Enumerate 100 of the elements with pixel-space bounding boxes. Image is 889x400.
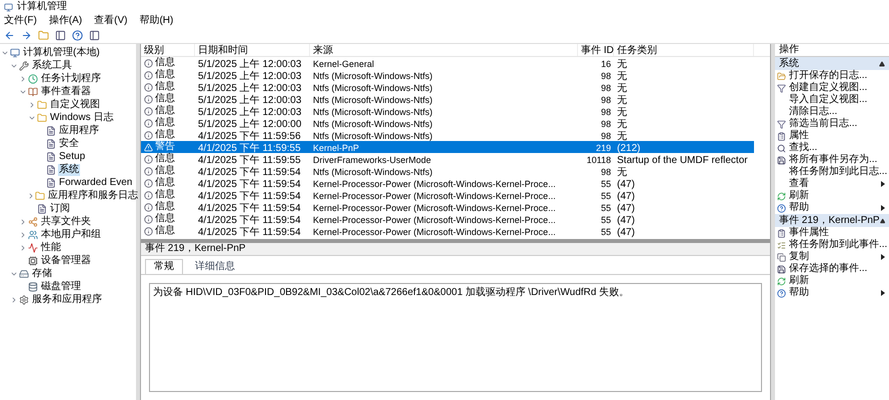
tree-item[interactable]: 系统工具 [31, 60, 73, 72]
action-item[interactable]: 将任务附加到此事件... [789, 239, 888, 251]
tree-item[interactable]: 服务和应用程序 [31, 294, 103, 306]
tab[interactable]: 常规 [145, 259, 183, 274]
action-item[interactable]: 将任务附加到此日志... [789, 166, 888, 178]
panel-icon[interactable] [89, 30, 100, 41]
table-row[interactable]: 信息 5/1/2025 上午 12:00:00 Ntfs (Microsoft-Windows-Ntfs) 98 无 [141, 117, 754, 129]
menu-item[interactable]: 文件(F) [4, 15, 37, 27]
table-cell-text: 信息 [155, 105, 175, 116]
tree-item[interactable]: 计算机管理(本地) [22, 46, 101, 58]
table-row[interactable]: 信息 4/1/2025 下午 11:59:54 Kernel-Processor-Power (Microsoft-Windows-Kernel-Proce... 55 (47) [141, 201, 754, 213]
action-item[interactable]: 查找... [789, 142, 885, 154]
table-cell: 55 [600, 191, 611, 201]
warning-icon [144, 142, 153, 152]
tree-item[interactable]: 本地用户和组 [40, 228, 102, 240]
collapse-icon[interactable] [880, 218, 885, 224]
column-header[interactable]: 事件 ID [578, 44, 614, 56]
tree-item[interactable]: 安全 [58, 138, 80, 150]
column-header[interactable]: 日期和时间 [195, 44, 310, 56]
table-cell: Ntfs (Microsoft-Windows-Ntfs) [313, 95, 433, 105]
action-item[interactable]: 清除日志... [789, 106, 885, 118]
column-header[interactable]: 级别 [141, 44, 195, 56]
info-icon [144, 226, 153, 236]
forward-icon[interactable] [21, 30, 32, 41]
action-item[interactable]: 保存选择的事件... [789, 263, 885, 275]
table-cell: Ntfs (Microsoft-Windows-Ntfs) [313, 119, 433, 129]
table-cell: 98 [600, 131, 611, 141]
table-row[interactable]: 信息 4/1/2025 下午 11:59:54 Kernel-Processor-Power (Microsoft-Windows-Kernel-Proce... 55 (47) [141, 225, 754, 237]
table-row[interactable]: 信息 4/1/2025 下午 11:59:54 Kernel-Processor-Power (Microsoft-Windows-Kernel-Proce... 55 (47) [141, 189, 754, 201]
tree-item[interactable]: 性能 [40, 242, 62, 254]
action-item[interactable]: 刷新 [789, 275, 885, 287]
table-row[interactable]: 信息 4/1/2025 下午 11:59:55 DriverFrameworks-UserMode 10118 Startup of the UMDF reflector [141, 153, 754, 165]
tree-item[interactable]: Setup [58, 150, 86, 162]
tree-item[interactable]: 应用程序 [58, 124, 100, 136]
tree-item[interactable]: 订阅 [49, 202, 71, 214]
menu-item[interactable]: 帮助(H) [139, 15, 174, 27]
tree-item[interactable]: 磁盘管理 [40, 280, 82, 292]
table-cell: 无 [617, 95, 627, 106]
tree-item[interactable]: 共享文件夹 [40, 216, 92, 228]
column-header[interactable]: 来源 [310, 44, 578, 56]
tree-item[interactable]: 系统 [58, 164, 80, 176]
table-cell: 无 [617, 167, 627, 178]
help-icon[interactable] [72, 30, 83, 41]
action-item[interactable]: 创建自定义视图... [789, 82, 885, 94]
table-row[interactable]: 信息 4/1/2025 下午 11:59:56 Ntfs (Microsoft-Windows-Ntfs) 98 无 [141, 129, 754, 141]
expand-icon[interactable] [19, 74, 27, 82]
table-row[interactable]: 信息 5/1/2025 上午 12:00:03 Ntfs (Microsoft-Windows-Ntfs) 98 无 [141, 81, 754, 93]
action-item[interactable]: 刷新 [789, 190, 885, 202]
table-cell: 4/1/2025 下午 11:59:54 [198, 227, 301, 238]
info-icon [144, 190, 153, 200]
table-cell: 5/1/2025 上午 12:00:03 [198, 59, 302, 70]
section-header[interactable]: 事件 219，Kernel-PnP [775, 214, 889, 227]
tree-item[interactable]: 自定义视图 [49, 98, 101, 110]
action-item[interactable]: 筛选当前日志... [789, 118, 885, 130]
table-cell: Kernel-General [313, 59, 374, 69]
tree-item[interactable]: 事件查看器 [40, 86, 92, 98]
tree-item[interactable]: 任务计划程序 [40, 72, 102, 84]
collapse-icon[interactable] [879, 60, 885, 66]
panel-icon[interactable] [55, 30, 66, 41]
action-item[interactable]: 查看 [789, 178, 881, 190]
action-item[interactable]: 导入自定义视图... [789, 94, 885, 106]
table-row[interactable]: 警告 4/1/2025 下午 11:59:55 Kernel-PnP 219 (212) [141, 141, 754, 153]
expand-icon[interactable] [19, 244, 27, 252]
action-item[interactable]: 打开保存的日志... [789, 70, 885, 82]
action-item[interactable]: 事件属性 [789, 227, 885, 239]
menu-item[interactable]: 操作(A) [48, 15, 82, 27]
action-item[interactable]: 将所有事件另存为... [789, 154, 885, 166]
table-row[interactable]: 信息 5/1/2025 上午 12:00:03 Ntfs (Microsoft-Windows-Ntfs) 98 无 [141, 105, 754, 117]
action-item[interactable]: 属性 [789, 130, 885, 142]
table-cell: 信息 [155, 129, 175, 141]
tree-item[interactable]: Windows 日志 [49, 112, 114, 124]
table-row[interactable]: 信息 4/1/2025 下午 11:59:54 Ntfs (Microsoft-Windows-Ntfs) 98 无 [141, 165, 754, 177]
action-item[interactable]: 复制 [789, 251, 881, 263]
table-cell: Ntfs (Microsoft-Windows-Ntfs) [313, 131, 433, 141]
table-cell: 5/1/2025 上午 12:00:03 [198, 71, 302, 82]
info-icon [144, 154, 153, 164]
expand-icon[interactable] [28, 100, 36, 108]
menu-item[interactable]: 查看(V) [94, 15, 128, 27]
expand-icon[interactable] [27, 192, 35, 200]
disk-icon [28, 282, 38, 292]
tree-item[interactable]: 设备管理器 [40, 254, 92, 266]
table-cell: 5/1/2025 上午 12:00:03 [198, 95, 302, 106]
section-header[interactable]: 系统 [775, 57, 889, 70]
expand-icon[interactable] [10, 296, 18, 304]
table-row[interactable]: 信息 5/1/2025 上午 12:00:03 Ntfs (Microsoft-Windows-Ntfs) 98 无 [141, 93, 754, 105]
expand-icon[interactable] [19, 218, 27, 226]
tab[interactable]: 详细信息 [187, 259, 243, 274]
table-row[interactable]: 信息 4/1/2025 下午 11:59:54 Kernel-Processor-Power (Microsoft-Windows-Kernel-Proce... 55 (47) [141, 213, 754, 225]
expand-icon[interactable] [19, 230, 27, 238]
table-row[interactable]: 信息 5/1/2025 上午 12:00:03 Ntfs (Microsoft-Windows-Ntfs) 98 无 [141, 69, 754, 81]
tree-item[interactable]: Forwarded Even [58, 176, 134, 188]
tree-item[interactable]: 存储 [31, 268, 53, 280]
table-cell-text: 信息 [155, 93, 175, 104]
back-icon[interactable] [4, 30, 15, 41]
column-header[interactable]: 任务类别 [614, 44, 754, 56]
tree-item[interactable]: 应用程序和服务日志 [47, 190, 139, 202]
action-item[interactable]: 帮助 [789, 202, 881, 214]
action-item[interactable]: 帮助 [789, 287, 881, 299]
table-row[interactable]: 信息 4/1/2025 下午 11:59:54 Kernel-Processor-Power (Microsoft-Windows-Kernel-Proce... 55 (47) [141, 177, 754, 189]
table-row[interactable]: 信息 5/1/2025 上午 12:00:03 Kernel-General 16 无 [141, 57, 754, 69]
